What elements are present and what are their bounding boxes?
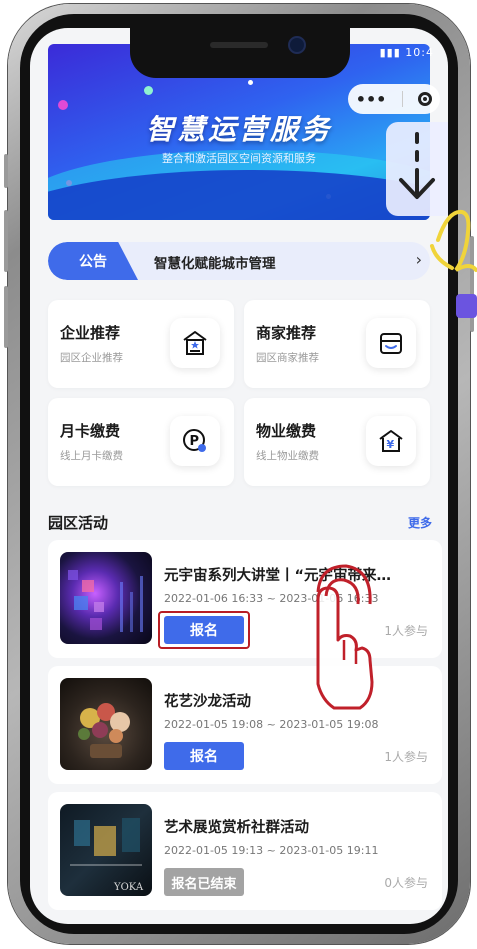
service-title: 月卡缴费 — [60, 422, 121, 440]
service-card-shop[interactable]: 商家推荐 园区商家推荐 — [244, 300, 430, 388]
activity-title: 艺术展览赏析社群活动 — [164, 820, 309, 836]
service-title: 物业缴费 — [256, 422, 317, 440]
service-card-property-fee[interactable]: 物业缴费 线上物业缴费 ¥ — [244, 398, 430, 486]
service-subtitle: 园区企业推荐 — [60, 352, 123, 364]
service-subtitle: 线上月卡缴费 — [60, 450, 123, 462]
signal-icon: ▮▮▮ — [379, 46, 401, 59]
svg-text:¥: ¥ — [387, 438, 395, 451]
activity-card[interactable]: 花艺沙龙活动 2022-01-05 19:08 ~ 2023-01-05 19:… — [48, 666, 442, 784]
capsule-divider — [401, 91, 403, 107]
signup-button[interactable]: 报名 — [164, 616, 244, 644]
activity-time: 2022-01-05 19:08 ~ 2023-01-05 19:08 — [164, 718, 379, 731]
notch — [130, 28, 350, 78]
activity-title: 花艺沙龙活动 — [164, 694, 251, 710]
mute-switch — [4, 154, 8, 188]
activity-card[interactable]: YOKA 艺术展览赏析社群活动 2022-01-05 19:13 ~ 2023-… — [48, 792, 442, 910]
arrow-down-icon — [399, 132, 435, 199]
volume-up-button — [4, 210, 8, 272]
decor-bubble — [248, 80, 253, 85]
activity-title: 元宇宙系列大讲堂丨“元宇宙带来… — [164, 568, 392, 584]
activity-image-art-exhibition: YOKA — [60, 804, 152, 896]
activity-card[interactable]: 元宇宙系列大讲堂丨“元宇宙带来… 2022-01-06 16:33 ~ 2023… — [48, 540, 442, 658]
front-camera — [288, 36, 306, 54]
power-button — [470, 236, 474, 332]
activity-image-flowers — [60, 678, 152, 770]
service-title: 企业推荐 — [60, 324, 121, 342]
svg-text:YOKA: YOKA — [113, 882, 144, 893]
decor-bubble — [144, 86, 153, 95]
parking-card-icon: P — [170, 416, 220, 466]
notice-text: 智慧化赋能城市管理 — [154, 256, 276, 272]
more-link[interactable]: 更多 — [408, 514, 432, 531]
more-dots-icon[interactable]: ••• — [356, 90, 387, 109]
service-card-enterprise[interactable]: 企业推荐 园区企业推荐 — [48, 300, 234, 388]
signup-ended-button: 报名已结束 — [164, 868, 244, 896]
banner-title: 智慧运营服务 — [145, 113, 332, 146]
activity-time: 2022-01-05 19:13 ~ 2023-01-05 19:11 — [164, 844, 379, 857]
activity-image-metaverse — [60, 552, 152, 644]
participant-count: 1人参与 — [384, 750, 428, 764]
scroll-down-hint[interactable] — [386, 122, 448, 216]
service-subtitle: 园区商家推荐 — [256, 352, 319, 364]
status-time: 10:4 — [405, 46, 434, 59]
status-bar: ▮▮▮ 10:4 — [380, 46, 434, 59]
enterprise-building-icon — [170, 318, 220, 368]
service-title: 商家推荐 — [256, 324, 317, 342]
banner-subtitle: 整合和激活园区空间资源和服务 — [162, 152, 316, 165]
participant-count: 1人参与 — [384, 624, 428, 638]
chevron-right-icon[interactable]: › — [416, 250, 422, 269]
service-subtitle: 线上物业缴费 — [256, 450, 319, 462]
section-title-activities: 园区活动 — [48, 514, 109, 532]
signup-button[interactable]: 报名 — [164, 742, 244, 770]
participant-count: 0人参与 — [384, 876, 428, 890]
speaker-grille — [210, 42, 268, 48]
miniprogram-capsule: ••• — [348, 84, 440, 114]
house-yen-icon: ¥ — [366, 416, 416, 466]
notice-bar[interactable]: 公告 智慧化赋能城市管理 › — [48, 242, 430, 280]
shop-icon — [366, 318, 416, 368]
svg-text:P: P — [190, 434, 200, 449]
target-circle-icon[interactable] — [418, 92, 433, 106]
service-card-monthly-pass[interactable]: 月卡缴费 线上月卡缴费 P — [48, 398, 234, 486]
activity-time: 2022-01-06 16:33 ~ 2023-01-06 16:33 — [164, 592, 379, 605]
volume-down-button — [4, 286, 8, 348]
notice-tag: 公告 — [48, 242, 138, 280]
phone-screen: ▮▮▮ 10:4 智慧运营服务 整合和激活园区空间资源和服务 ••• 公告 智慧… — [30, 28, 448, 924]
